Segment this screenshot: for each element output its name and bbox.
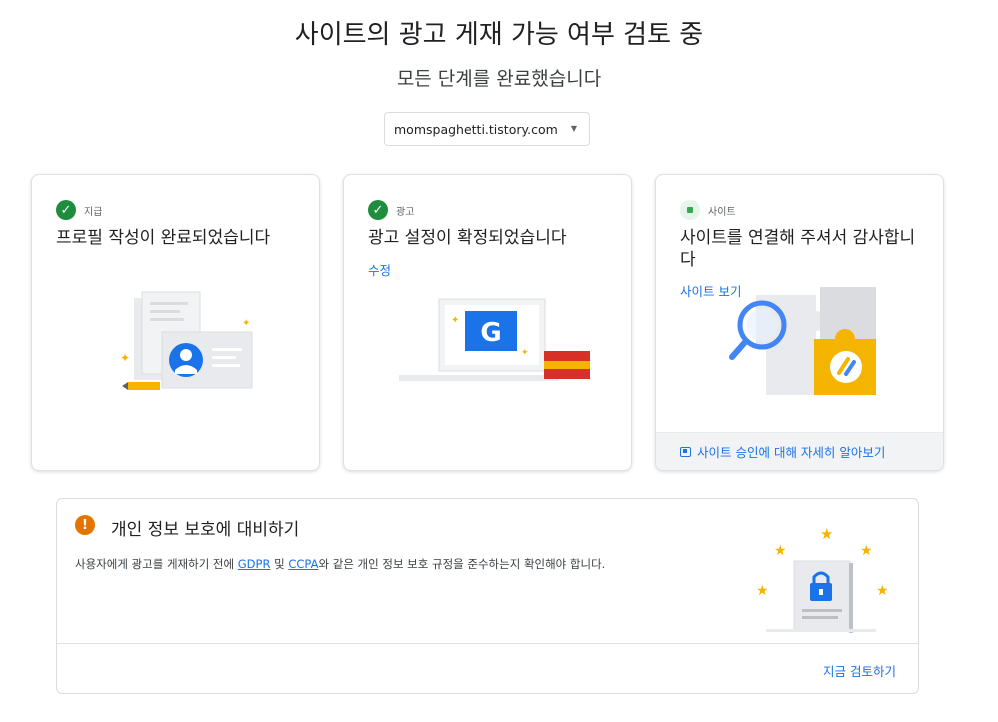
privacy-description: 사용자에게 광고를 게재하기 전에 GDPR 및 CCPA와 같은 개인 정보 …: [75, 556, 605, 572]
card-title: 프로필 작성이 완료되었습니다: [56, 228, 271, 248]
card-title: 광고 설정이 확정되었습니다: [368, 228, 567, 248]
warning-icon: !: [75, 515, 95, 535]
step-label: 광고: [396, 206, 415, 218]
payment-step-card: ✓ 지급 프로필 작성이 완료되었습니다 ✦ ✦: [31, 174, 320, 471]
profile-illustration: ✦ ✦: [120, 291, 253, 390]
privacy-lock-illustration: ★ ★ ★ ★ ★: [756, 525, 889, 633]
svg-text:✦: ✦: [242, 318, 250, 329]
gdpr-link[interactable]: GDPR: [238, 557, 271, 571]
ads-illustration: G ✦ ✦: [399, 298, 590, 381]
edit-link[interactable]: 수정: [368, 260, 391, 279]
ads-step-card: ✓ 광고 광고 설정이 확정되었습니다 수정 G ✦ ✦: [343, 174, 632, 471]
card-title: 사이트를 연결해 주셔서 감사합니다: [680, 228, 916, 270]
pending-step-icon: [680, 200, 700, 220]
ccpa-link[interactable]: CCPA: [288, 557, 318, 571]
learn-more-link[interactable]: 사이트 승인에 대해 자세히 알아보기: [656, 432, 943, 470]
page-title: 사이트의 광고 게재 가능 여부 검토 중: [294, 20, 704, 50]
svg-text:★: ★: [860, 543, 873, 559]
divider: [57, 643, 918, 644]
svg-text:✦: ✦: [451, 315, 459, 326]
chevron-down-icon: ▼: [570, 124, 577, 133]
step-label: 지급: [84, 206, 103, 218]
svg-text:★: ★: [774, 543, 787, 559]
open-external-icon: [680, 446, 691, 457]
privacy-title: 개인 정보 보호에 대비하기: [111, 520, 300, 540]
check-icon: ✓: [368, 200, 388, 220]
review-now-button[interactable]: 지금 검토하기: [823, 661, 896, 680]
privacy-card: ! 개인 정보 보호에 대비하기 사용자에게 광고를 게재하기 전에 GDPR …: [56, 498, 919, 694]
site-selector[interactable]: momspaghetti.tistory.com ▼: [384, 112, 590, 146]
svg-text:★: ★: [876, 583, 889, 599]
learn-more-label: 사이트 승인에 대해 자세히 알아보기: [697, 445, 886, 460]
desc-text: 및: [270, 557, 289, 571]
site-selector-value: momspaghetti.tistory.com: [394, 121, 558, 137]
site-step-card: 사이트 사이트를 연결해 주셔서 감사합니다 사이트 보기 사이트 승인에 대해…: [655, 174, 944, 471]
svg-text:★: ★: [756, 583, 769, 599]
svg-text:G: G: [480, 318, 501, 348]
desc-text: 와 같은 개인 정보 보호 규정을 준수하는지 확인해야 합니다.: [318, 557, 606, 571]
check-icon: ✓: [56, 200, 76, 220]
svg-text:★: ★: [820, 525, 833, 543]
page-subtitle: 모든 단계를 완료했습니다: [396, 68, 602, 90]
site-puzzle-illustration: [729, 287, 876, 395]
step-label: 사이트: [708, 206, 736, 218]
desc-text: 사용자에게 광고를 게재하기 전에: [75, 557, 238, 571]
svg-text:✦: ✦: [120, 351, 130, 365]
svg-text:✦: ✦: [521, 348, 529, 358]
